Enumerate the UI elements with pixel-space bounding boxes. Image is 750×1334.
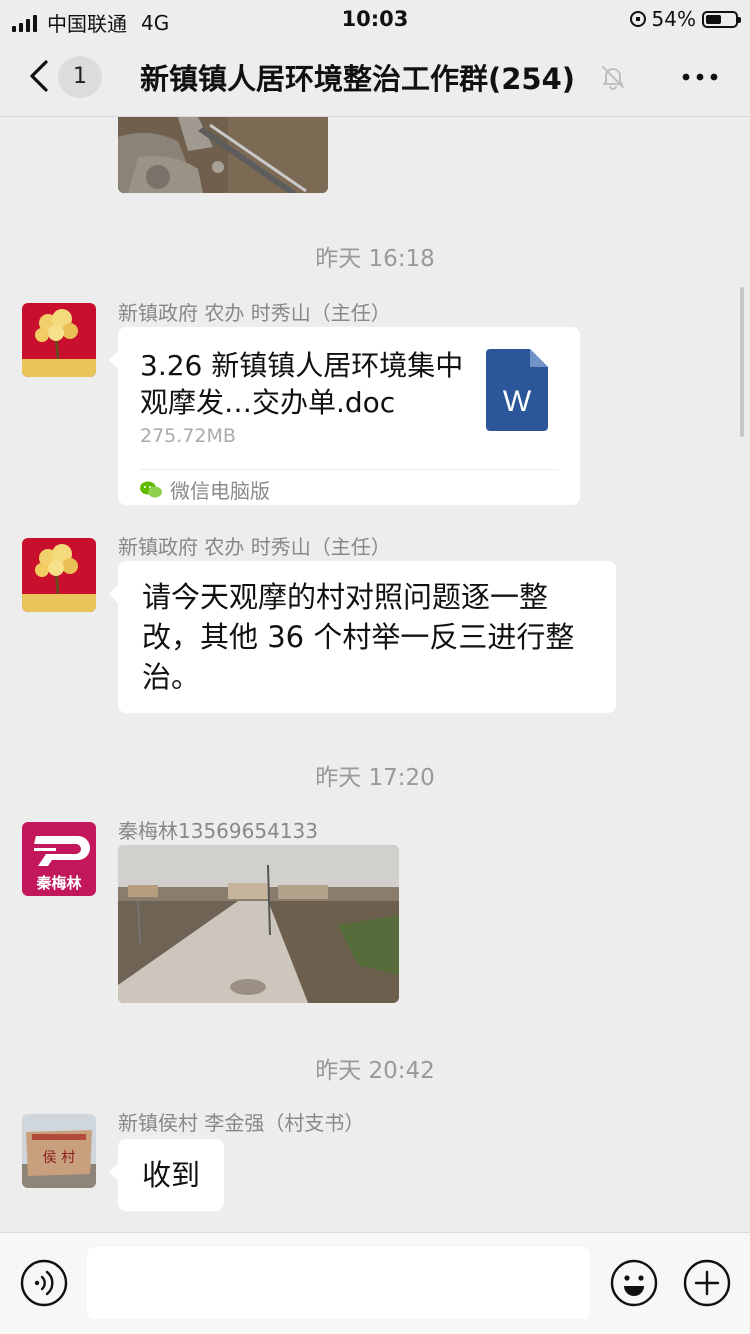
battery-icon — [702, 10, 741, 28]
plus-icon[interactable] — [683, 1259, 731, 1307]
avatar[interactable]: 侯 村 — [22, 1114, 96, 1188]
word-document-icon: W — [486, 349, 548, 431]
svg-text:秦梅林: 秦梅林 — [35, 874, 82, 892]
logo-icon: 秦梅林 — [34, 836, 90, 892]
wechat-icon — [140, 481, 162, 497]
file-source-label: 微信电脑版 — [170, 479, 270, 503]
scrollbar[interactable] — [740, 287, 744, 437]
time-separator: 昨天 20:42 — [315, 1058, 435, 1084]
chat-messages[interactable]: 昨天 16:18 新镇政府 农办 时秀山（主任） 3.26 新镇镇人居环境集中观… — [0, 117, 750, 1232]
group-title: 新镇镇人居环境整治工作群(254) — [140, 62, 576, 96]
file-source: 微信电脑版 — [140, 475, 270, 504]
time-separator: 昨天 16:18 — [315, 246, 435, 272]
status-bar: 中国联通 4G 10:03 54% — [0, 0, 750, 40]
divider — [140, 469, 558, 470]
shared-photo-rocks[interactable] — [118, 117, 328, 193]
text-message-bubble[interactable]: 请今天观摩的村对照问题逐一整改，其他 36 个村举一反三进行整治。 — [109, 561, 616, 713]
mute-icon — [602, 66, 624, 90]
chat-header: 1 新镇镇人居环境整治工作群(254) — [0, 40, 750, 117]
back-icon[interactable] — [26, 58, 56, 94]
svg-text:W: W — [503, 385, 532, 418]
message-input[interactable] — [87, 1247, 590, 1319]
sender-name: 新镇政府 农办 时秀山（主任） — [118, 301, 391, 325]
rotation-lock-icon — [629, 11, 646, 27]
input-bar — [0, 1232, 750, 1334]
sender-name: 新镇侯村 李金强（村支书） — [118, 1111, 365, 1135]
file-size: 275.72MB — [140, 425, 236, 447]
sender-name: 秦梅林13569654133 — [118, 819, 318, 843]
status-right: 54% — [629, 7, 741, 31]
file-name: 3.26 新镇镇人居环境集中观摩发…交办单.doc — [140, 349, 464, 419]
avatar[interactable] — [22, 538, 96, 612]
more-icon[interactable] — [680, 64, 720, 90]
emoji-icon[interactable] — [610, 1259, 658, 1307]
sender-name: 新镇政府 农办 时秀山（主任） — [118, 535, 391, 559]
unread-count-badge[interactable]: 1 — [58, 56, 102, 98]
avatar[interactable] — [22, 303, 96, 377]
time-separator: 昨天 17:20 — [315, 765, 435, 791]
text-message-bubble[interactable]: 收到 — [108, 1139, 225, 1211]
battery-percent: 54% — [651, 7, 696, 31]
svg-text:侯 村: 侯 村 — [43, 1150, 75, 1166]
shared-photo-village-road[interactable] — [118, 845, 399, 1003]
file-message-bubble[interactable]: 3.26 新镇镇人居环境集中观摩发…交办单.doc 275.72MB W 微信电… — [109, 327, 580, 505]
voice-icon[interactable] — [20, 1259, 68, 1307]
avatar[interactable]: 秦梅林 — [22, 822, 96, 896]
